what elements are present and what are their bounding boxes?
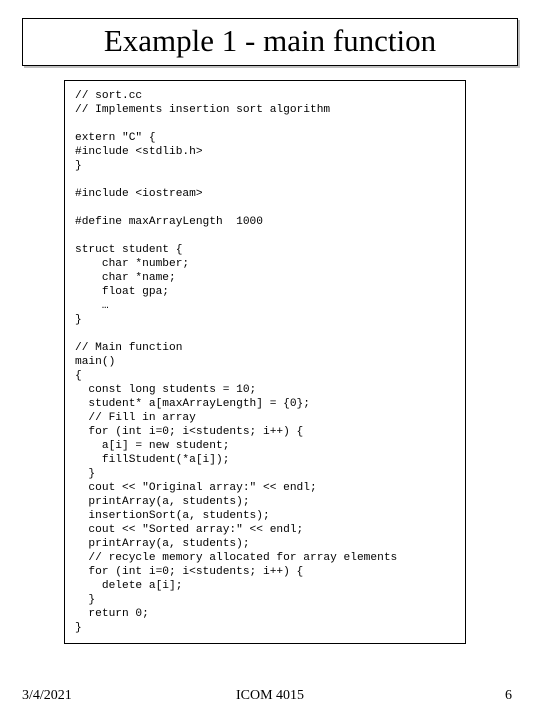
slide-title-box: Example 1 - main function: [22, 18, 518, 66]
slide-title: Example 1 - main function: [37, 23, 503, 59]
code-listing-box: // sort.cc // Implements insertion sort …: [64, 80, 466, 644]
footer-page-number: 6: [505, 688, 512, 704]
code-listing: // sort.cc // Implements insertion sort …: [75, 89, 455, 635]
footer-course: ICOM 4015: [0, 688, 540, 704]
